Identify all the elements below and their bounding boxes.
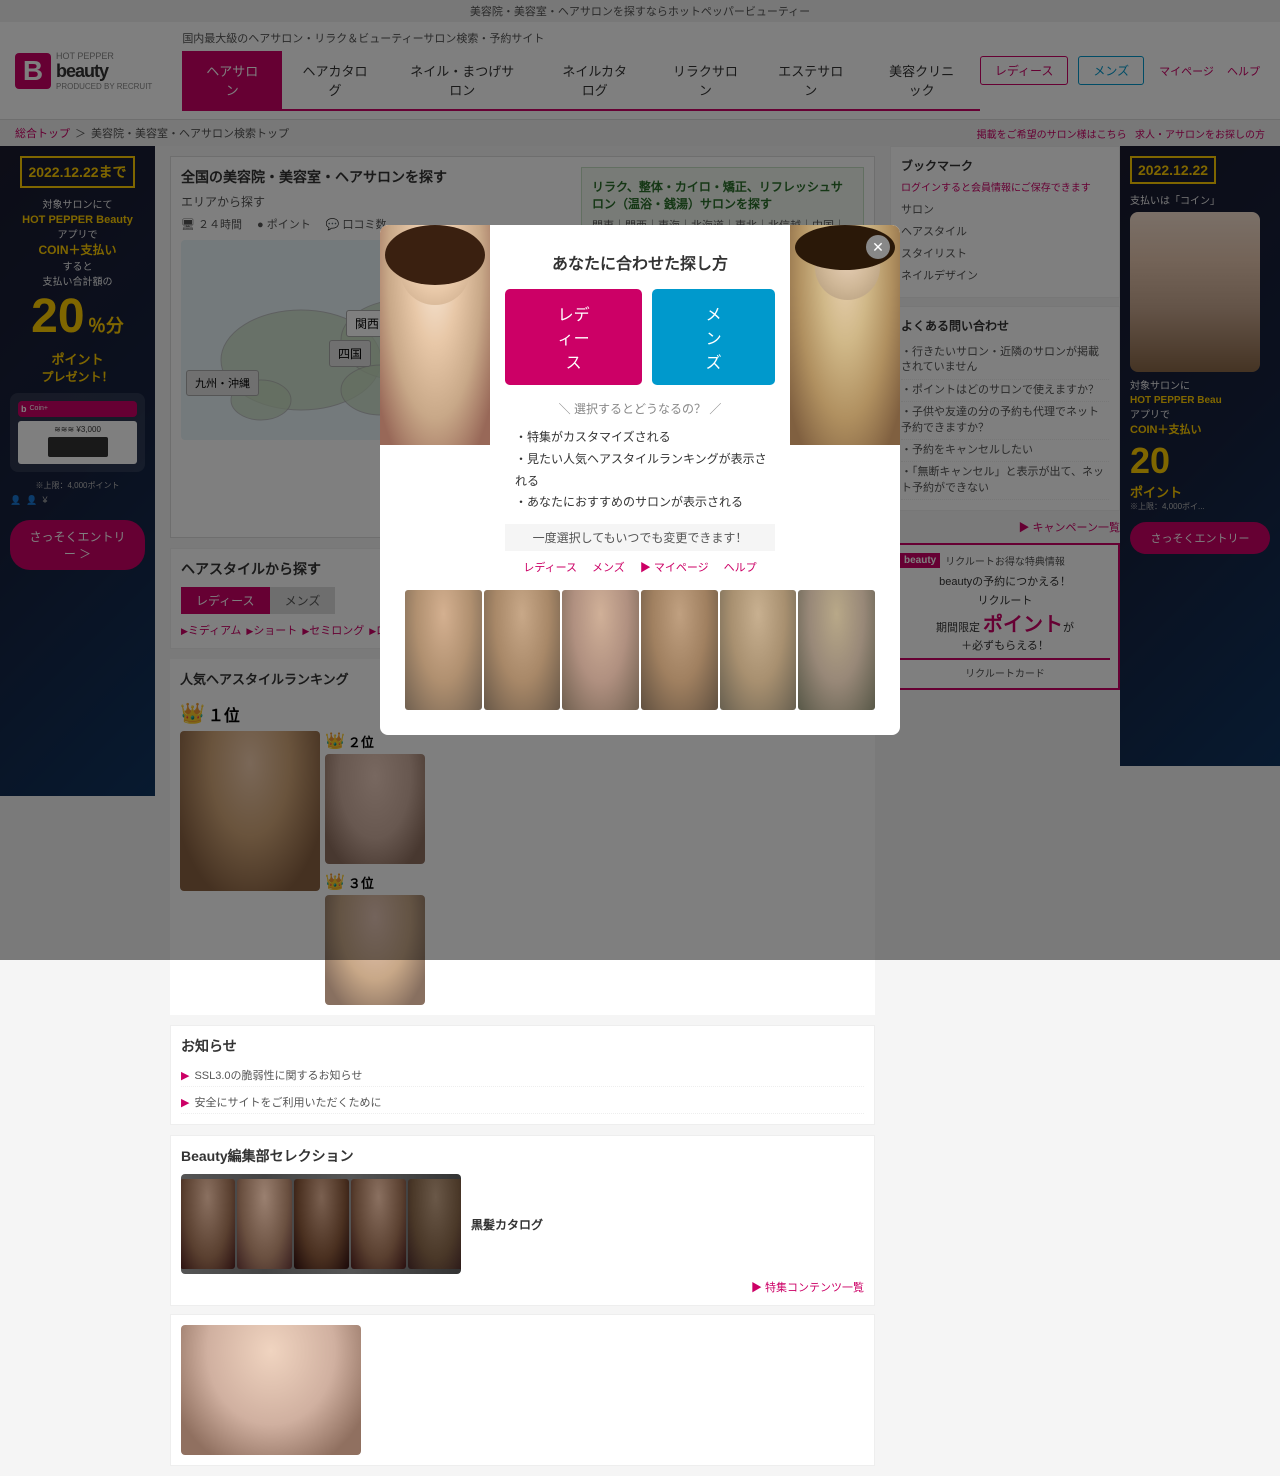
benefit-1: ・特集がカスタマイズされる [515,427,775,449]
modal-explain: ＼ 選択するとどうなるの？ ／ [505,400,775,417]
hair-sample-5 [720,590,797,710]
editorial-more-link[interactable]: ▶ 特集コンテンツ一覧 [751,1282,864,1294]
modal-benefits: ・特集がカスタマイズされる ・見たい人気ヘアスタイルランキングが表示される ・あ… [505,427,775,513]
editorial-section: Beauty編集部セレクション 黒髪カタログ ▶ 特集コン [170,1135,875,1306]
modal-once-text: 一度選択してもいつでも変更できます！ [505,524,775,551]
modal-ladies-button[interactable]: レディース [505,289,642,385]
news-arrow-1: ▶ [181,1069,189,1082]
hair-sample-6 [798,590,875,710]
editorial-label[interactable]: 黒髪カタログ [471,1216,543,1233]
news-text-1: SSL3.0の脆弱性に関するお知らせ [194,1067,362,1083]
hair-sample-2 [484,590,561,710]
news-arrow-2: ▶ [181,1096,189,1109]
news-item-1[interactable]: ▶ SSL3.0の脆弱性に関するお知らせ [181,1064,864,1087]
modal-dialog: ✕ あなたに合わせた探し方 レディース メンズ ＼ 選択するとどうなるの？ ／ … [380,225,900,734]
bottom-editorial-image [181,1325,361,1455]
modal-mens-button[interactable]: メンズ [652,289,775,385]
hair-sample-4 [641,590,718,710]
hair-sample-1 [405,590,482,710]
editorial-image[interactable] [181,1174,461,1274]
bottom-editorial [170,1314,875,1466]
modal-title: あなたに合わせた探し方 [505,250,775,274]
modal-hair-samples [405,590,875,710]
modal-footer-help[interactable]: ヘルプ [724,559,757,575]
modal-overlay[interactable]: ✕ あなたに合わせた探し方 レディース メンズ ＼ 選択するとどうなるの？ ／ … [0,0,1280,960]
news-section: お知らせ ▶ SSL3.0の脆弱性に関するお知らせ ▶ 安全にサイトをご利用いた… [170,1025,875,1125]
modal-person-right-container [790,225,900,445]
modal-footer-mypage[interactable]: ▶ マイページ [640,559,709,575]
news-title: お知らせ [181,1036,864,1056]
modal-footer-links: レディース メンズ ▶ マイページ ヘルプ [505,559,775,575]
modal-man-image [790,225,900,445]
news-item-2[interactable]: ▶ 安全にサイトをご利用いただくために [181,1091,864,1114]
benefit-3: ・あなたにおすすめのサロンが表示される [515,492,775,514]
modal-footer-mens[interactable]: メンズ [592,559,625,575]
news-text-2: 安全にサイトをご利用いただくために [194,1094,381,1110]
hair-sample-3 [562,590,639,710]
modal-gender-buttons: レディース メンズ [505,289,775,385]
modal-footer-ladies[interactable]: レディース [523,559,577,575]
modal-woman-image [380,225,490,445]
modal-person-left-container [380,225,490,445]
editorial-title: Beauty編集部セレクション [181,1146,864,1166]
modal-inner: ✕ あなたに合わせた探し方 レディース メンズ ＼ 選択するとどうなるの？ ／ … [505,250,775,574]
benefit-2: ・見たい人気ヘアスタイルランキングが表示される [515,449,775,492]
